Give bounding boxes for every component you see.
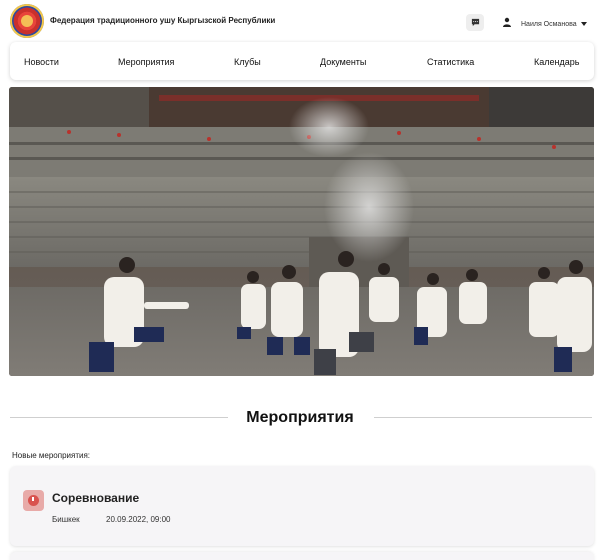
nav-item-events[interactable]: Мероприятия	[118, 57, 174, 67]
event-card-partial[interactable]	[10, 552, 594, 560]
chevron-down-icon[interactable]	[581, 22, 587, 26]
chat-icon	[471, 18, 479, 27]
user-icon[interactable]	[502, 17, 512, 27]
nav-item-documents[interactable]: Документы	[320, 57, 366, 67]
event-datetime: 20.09.2022, 09:00	[106, 515, 171, 524]
nav-item-statistics[interactable]: Статистика	[427, 57, 474, 67]
user-name[interactable]: Наиля Османова	[521, 21, 577, 28]
new-events-label: Новые мероприятия:	[12, 451, 91, 460]
header: Федерация традиционного ушу Кыргызской Р…	[0, 0, 600, 42]
clock-icon	[23, 490, 44, 511]
hero-photo	[9, 87, 594, 376]
event-city: Бишкек	[52, 515, 80, 524]
nav-item-news[interactable]: Новости	[24, 57, 59, 67]
event-card[interactable]: Соревнование Бишкек 20.09.2022, 09:00	[10, 466, 594, 546]
federation-logo[interactable]	[10, 4, 44, 38]
nav-item-calendar[interactable]: Календарь	[534, 57, 579, 67]
hero-image	[9, 87, 594, 376]
chat-button[interactable]	[466, 14, 484, 31]
event-title: Соревнование	[52, 491, 140, 505]
section-title: Мероприятия	[246, 409, 354, 426]
main-nav: Новости Мероприятия Клубы Документы Стат…	[10, 42, 594, 80]
org-name[interactable]: Федерация традиционного ушу Кыргызской Р…	[50, 16, 275, 25]
nav-item-clubs[interactable]: Клубы	[234, 57, 261, 67]
